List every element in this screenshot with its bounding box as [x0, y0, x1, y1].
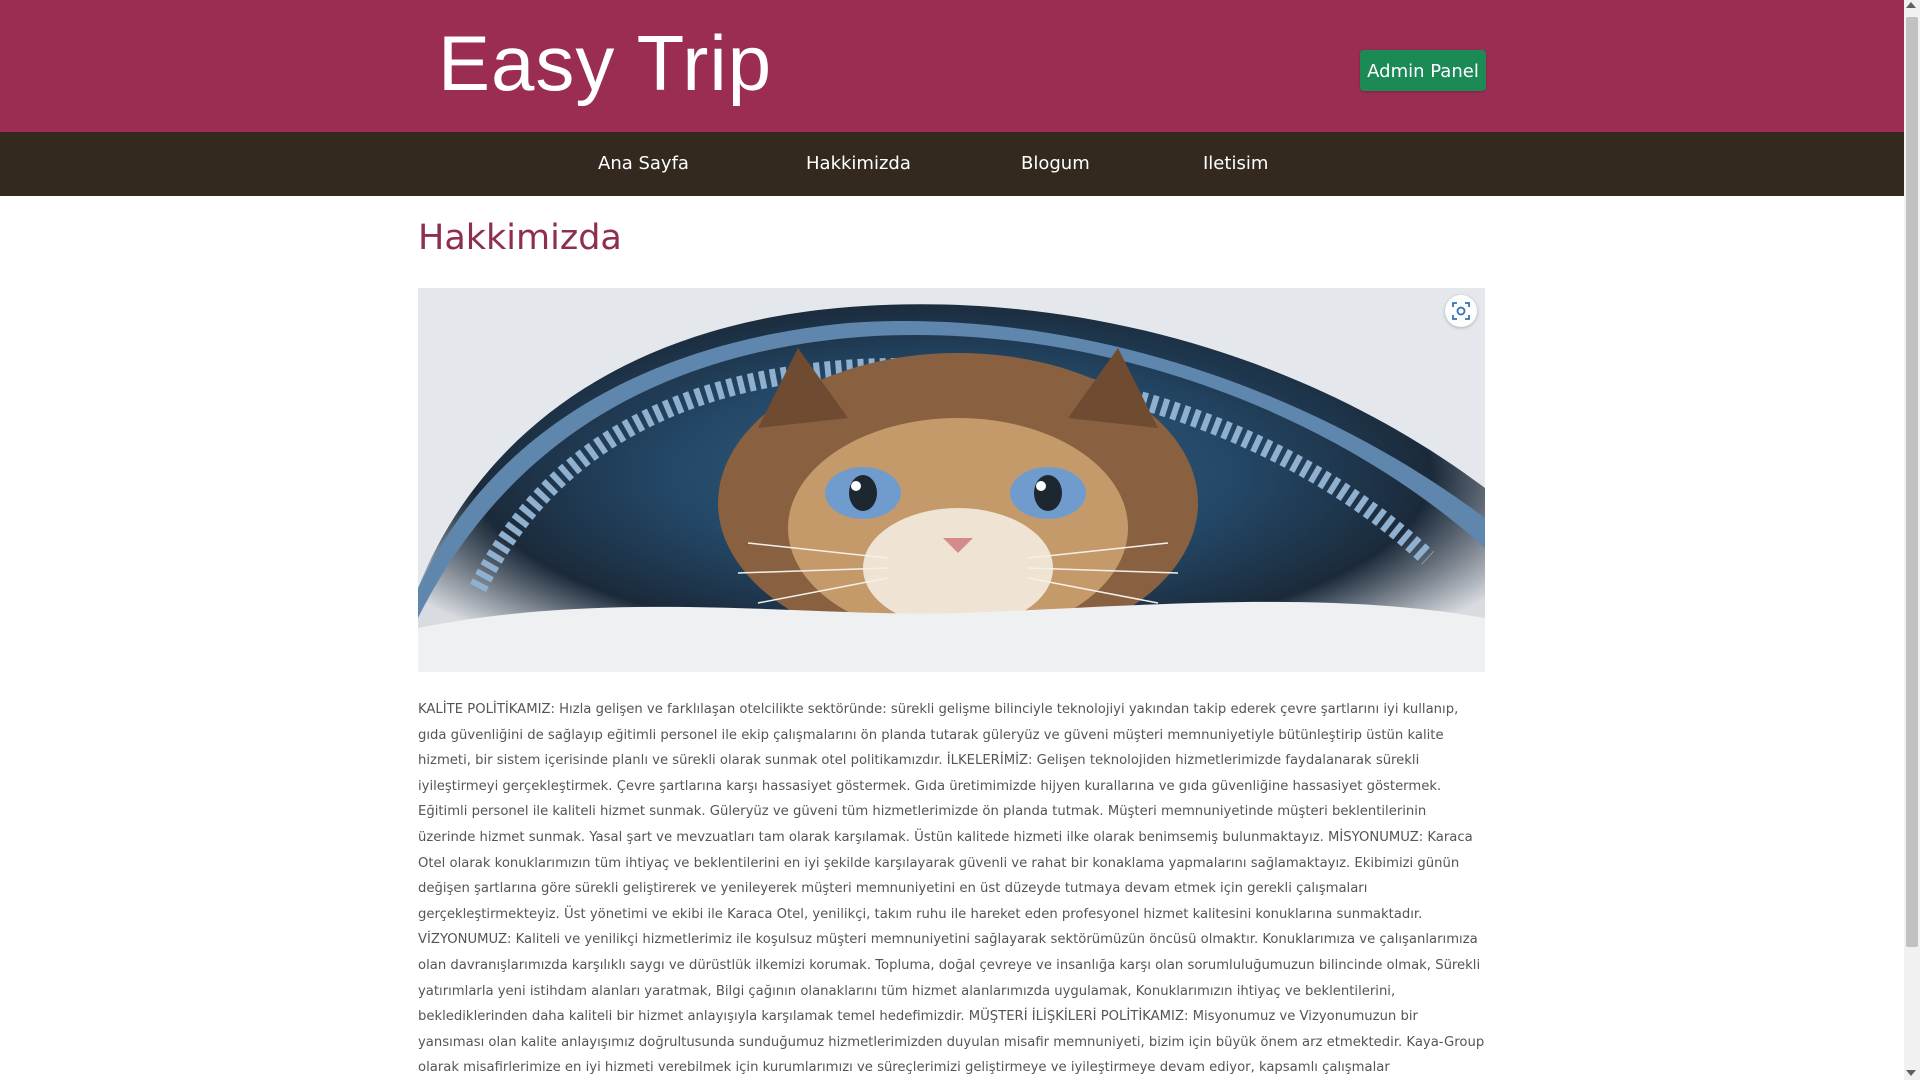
admin-panel-button[interactable]: Admin Panel — [1360, 50, 1486, 91]
kitten-illustration — [418, 288, 1485, 672]
visual-search-button[interactable] — [1445, 295, 1477, 327]
page: Easy Trip Admin Panel Ana Sayfa Hakkimiz… — [0, 0, 1904, 1080]
about-text: KALİTE POLİTİKAMIZ: Hızla gelişen ve far… — [418, 702, 1485, 1076]
main-nav: Ana Sayfa Hakkimizda Blogum Iletisim — [0, 132, 1904, 196]
screen-capture-icon — [1452, 302, 1470, 320]
scrollbar-thumb[interactable] — [1906, 17, 1918, 947]
nav-item-ana-sayfa[interactable]: Ana Sayfa — [598, 132, 689, 196]
site-logo[interactable]: Easy Trip — [438, 18, 772, 108]
nav-item-iletisim[interactable]: Iletisim — [1203, 132, 1268, 196]
hero-image-kitten — [418, 288, 1485, 672]
nav-item-hakkimizda[interactable]: Hakkimizda — [806, 132, 911, 196]
scroll-up-arrow-icon[interactable] — [1906, 2, 1916, 8]
site-header: Easy Trip Admin Panel — [0, 0, 1904, 132]
nav-item-blogum[interactable]: Blogum — [1021, 132, 1090, 196]
page-title: Hakkimizda — [418, 218, 622, 258]
scroll-down-arrow-icon[interactable] — [1906, 1070, 1916, 1076]
